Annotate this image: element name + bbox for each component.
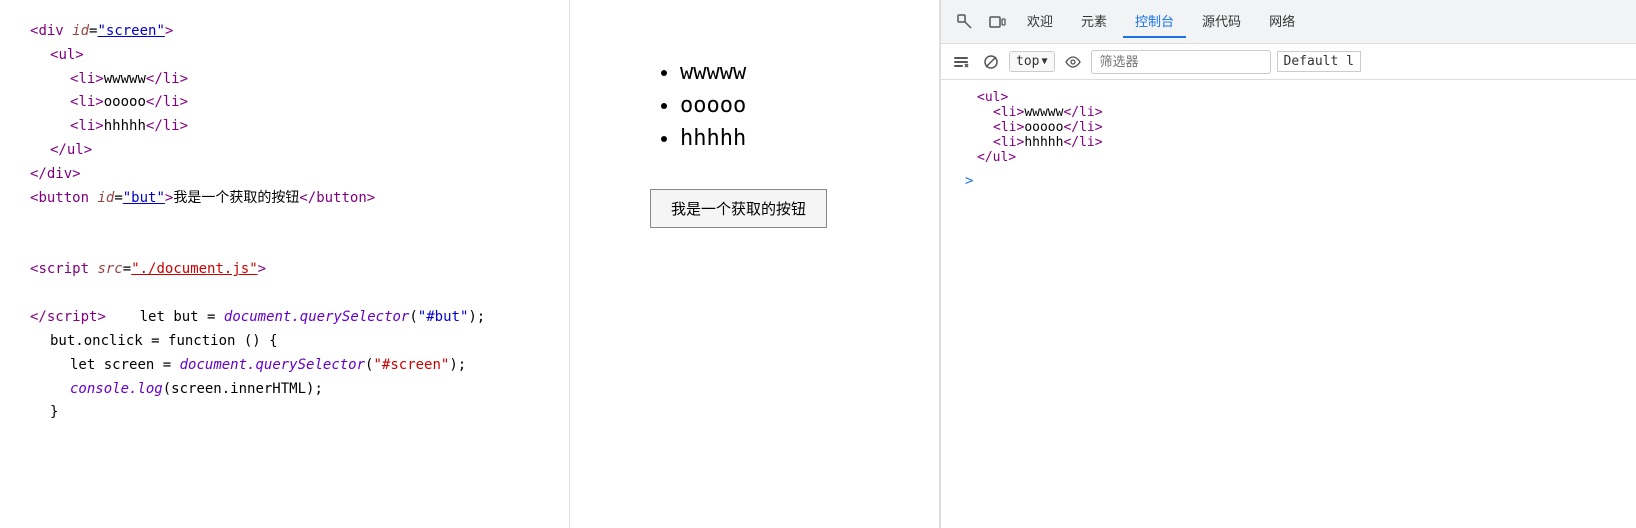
- eye-icon[interactable]: [1061, 50, 1085, 74]
- top-label: top: [1016, 54, 1039, 69]
- code-line-8: <button id="but">我是一个获取的按钮</button>: [30, 187, 549, 211]
- list-item-2: ooooo: [680, 93, 746, 118]
- tab-welcome[interactable]: 欢迎: [1015, 5, 1065, 38]
- code-line-5: <li>hhhhh</li>: [70, 115, 549, 139]
- devtools-tabs-bar: 欢迎 元素 控制台 源代码 网络: [941, 0, 1636, 44]
- inspect-icon[interactable]: [951, 8, 979, 36]
- filter-input[interactable]: [1091, 50, 1271, 74]
- code-line-13: console.log(screen.innerHTML);: [70, 378, 549, 402]
- code-line-4: <li>ooooo</li>: [70, 91, 549, 115]
- console-line-2: <li>wwwww</li>: [961, 105, 1616, 120]
- tab-elements[interactable]: 元素: [1069, 5, 1119, 38]
- console-chevron[interactable]: >: [961, 173, 1616, 189]
- clear-console-icon[interactable]: [949, 50, 973, 74]
- preview-button[interactable]: 我是一个获取的按钮: [650, 189, 827, 228]
- tab-network[interactable]: 网络: [1257, 5, 1307, 38]
- devtools-panel: 欢迎 元素 控制台 源代码 网络 top ▼: [940, 0, 1636, 528]
- code-line-12: let screen = document.querySelector("#sc…: [70, 354, 549, 378]
- code-panel: <div id="screen"> <ul> <li>wwwww</li> <l…: [0, 0, 570, 528]
- code-line-1: <div id="screen">: [30, 20, 549, 44]
- tab-console[interactable]: 控制台: [1123, 5, 1186, 38]
- preview-list: wwwww ooooo hhhhh: [650, 60, 746, 159]
- console-line-3: <li>ooooo</li>: [961, 120, 1616, 135]
- top-dropdown[interactable]: top ▼: [1009, 51, 1055, 72]
- preview-panel: wwwww ooooo hhhhh 我是一个获取的按钮: [570, 0, 940, 528]
- list-item-1: wwwww: [680, 60, 746, 85]
- list-item-3: hhhhh: [680, 126, 746, 151]
- code-line-3: <li>wwwww</li>: [70, 68, 549, 92]
- code-line-10: </script> let but = document.querySelect…: [30, 306, 549, 330]
- devtools-toolbar: top ▼ Default l: [941, 44, 1636, 80]
- code-line-2: <ul>: [50, 44, 549, 68]
- chevron-down-icon: ▼: [1041, 56, 1047, 67]
- devtools-content: <ul> <li>wwwww</li> <li>ooooo</li> <li>h…: [941, 80, 1636, 528]
- console-line-4: <li>hhhhh</li>: [961, 135, 1616, 150]
- code-line-7: </div>: [30, 163, 549, 187]
- block-icon[interactable]: [979, 50, 1003, 74]
- code-line-9: <script src="./document.js">: [30, 258, 549, 282]
- code-line-6: </ul>: [50, 139, 549, 163]
- tab-sources[interactable]: 源代码: [1190, 5, 1253, 38]
- console-line-1: <ul>: [961, 90, 1616, 105]
- device-icon[interactable]: [983, 8, 1011, 36]
- console-line-5: </ul>: [961, 150, 1616, 165]
- default-label: Default l: [1277, 51, 1361, 72]
- code-line-11: but.onclick = function () {: [50, 330, 549, 354]
- code-line-14: }: [50, 401, 549, 425]
